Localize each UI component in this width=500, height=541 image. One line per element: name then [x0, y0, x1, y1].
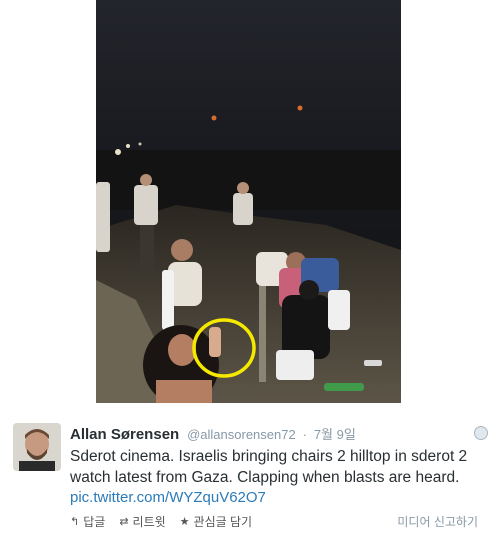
avatar-image	[13, 423, 61, 471]
star-icon: ★	[179, 516, 190, 528]
tweet-photo-area	[0, 0, 500, 403]
retweet-icon: ⇄	[119, 516, 129, 528]
author-handle[interactable]: @allansorensen72	[187, 427, 296, 442]
tweet-text-line: Sderot cinema. Israelis bringing chairs …	[70, 448, 468, 465]
globe-icon	[474, 426, 488, 440]
tweet-actions: ↰ 답글 ⇄ 리트윗 ★ 관심글 담기	[70, 513, 252, 530]
favorite-button[interactable]: ★ 관심글 담기	[180, 513, 252, 530]
header-separator: ·	[302, 427, 307, 442]
reply-icon: ↰	[70, 516, 80, 528]
reply-label: 답글	[83, 515, 106, 529]
tweet-text-line: watch latest from Gaza. Clapping when bl…	[70, 469, 460, 486]
author-avatar[interactable]	[13, 423, 61, 471]
favorite-label: 관심글 담기	[193, 515, 253, 529]
tweet-media-link[interactable]: pic.twitter.com/WYZquV62O7	[70, 489, 266, 506]
reply-button[interactable]: ↰ 답글	[70, 513, 105, 530]
tweet-header: Allan Sørensen @allansorensen72 · 7월 9일	[70, 424, 356, 443]
author-name[interactable]: Allan Sørensen	[70, 426, 179, 443]
tweet-text: Sderot cinema. Israelis bringing chairs …	[70, 446, 480, 488]
tweet-photo[interactable]	[96, 0, 401, 403]
tweet-date[interactable]: 7월 9일	[314, 427, 356, 442]
report-media-link[interactable]: 미디어 신고하기	[397, 513, 478, 530]
night-crowd-photo	[96, 0, 401, 403]
retweet-button[interactable]: ⇄ 리트윗	[119, 513, 165, 530]
retweet-label: 리트윗	[132, 515, 166, 529]
